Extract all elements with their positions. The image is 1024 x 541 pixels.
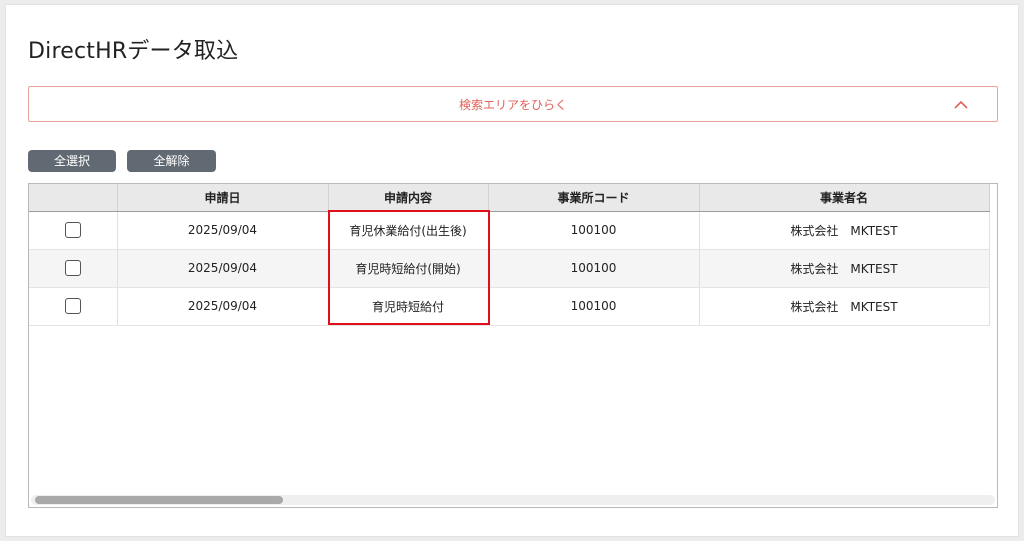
row-checkbox[interactable] [64,222,81,238]
cell-date: 2025/09/04 [117,287,329,326]
select-all-button[interactable]: 全選択 [28,150,116,172]
deselect-all-button[interactable]: 全解除 [127,150,216,172]
cell-content: 育児時短給付(開始) [328,249,489,288]
cell-date: 2025/09/04 [117,211,329,250]
row-checkbox[interactable] [64,298,81,314]
cell-company: 株式会社 MKTEST [699,249,990,288]
main-panel: DirectHRデータ取込 検索エリアをひらく 全選択 全解除 申請日 申請内容… [5,4,1019,537]
header-checkbox [29,184,118,212]
cell-content: 育児時短給付 [328,287,489,326]
cell-office-code: 100100 [488,249,700,288]
cell-office-code: 100100 [488,211,700,250]
data-table: 申請日 申請内容 事業所コード 事業者名 2025/09/04 育児休業給付(出… [29,184,990,326]
scrollbar-thumb[interactable] [35,496,283,504]
cell-company: 株式会社 MKTEST [699,287,990,326]
page-title: DirectHRデータ取込 [28,39,239,64]
header-content[interactable]: 申請内容 [328,184,489,212]
search-area-toggle[interactable]: 検索エリアをひらく [28,86,998,122]
header-date[interactable]: 申請日 [117,184,329,212]
application-table: 申請日 申請内容 事業所コード 事業者名 2025/09/04 育児休業給付(出… [28,183,998,508]
row-checkbox[interactable] [64,260,81,276]
table-header-row: 申請日 申請内容 事業所コード 事業者名 [29,184,990,212]
table-row[interactable]: 2025/09/04 育児時短給付 100100 株式会社 MKTEST [29,287,990,326]
header-company[interactable]: 事業者名 [699,184,990,212]
table-row[interactable]: 2025/09/04 育児休業給付(出生後) 100100 株式会社 MKTES… [29,211,990,250]
cell-office-code: 100100 [488,287,700,326]
header-office-code[interactable]: 事業所コード [488,184,700,212]
cell-date: 2025/09/04 [117,249,329,288]
table-row[interactable]: 2025/09/04 育児時短給付(開始) 100100 株式会社 MKTEST [29,249,990,288]
search-area-toggle-label: 検索エリアをひらく [458,98,567,112]
horizontal-scrollbar[interactable] [31,495,995,505]
cell-content: 育児休業給付(出生後) [328,211,489,250]
cell-company: 株式会社 MKTEST [699,211,990,250]
chevron-up-icon[interactable] [949,93,973,117]
